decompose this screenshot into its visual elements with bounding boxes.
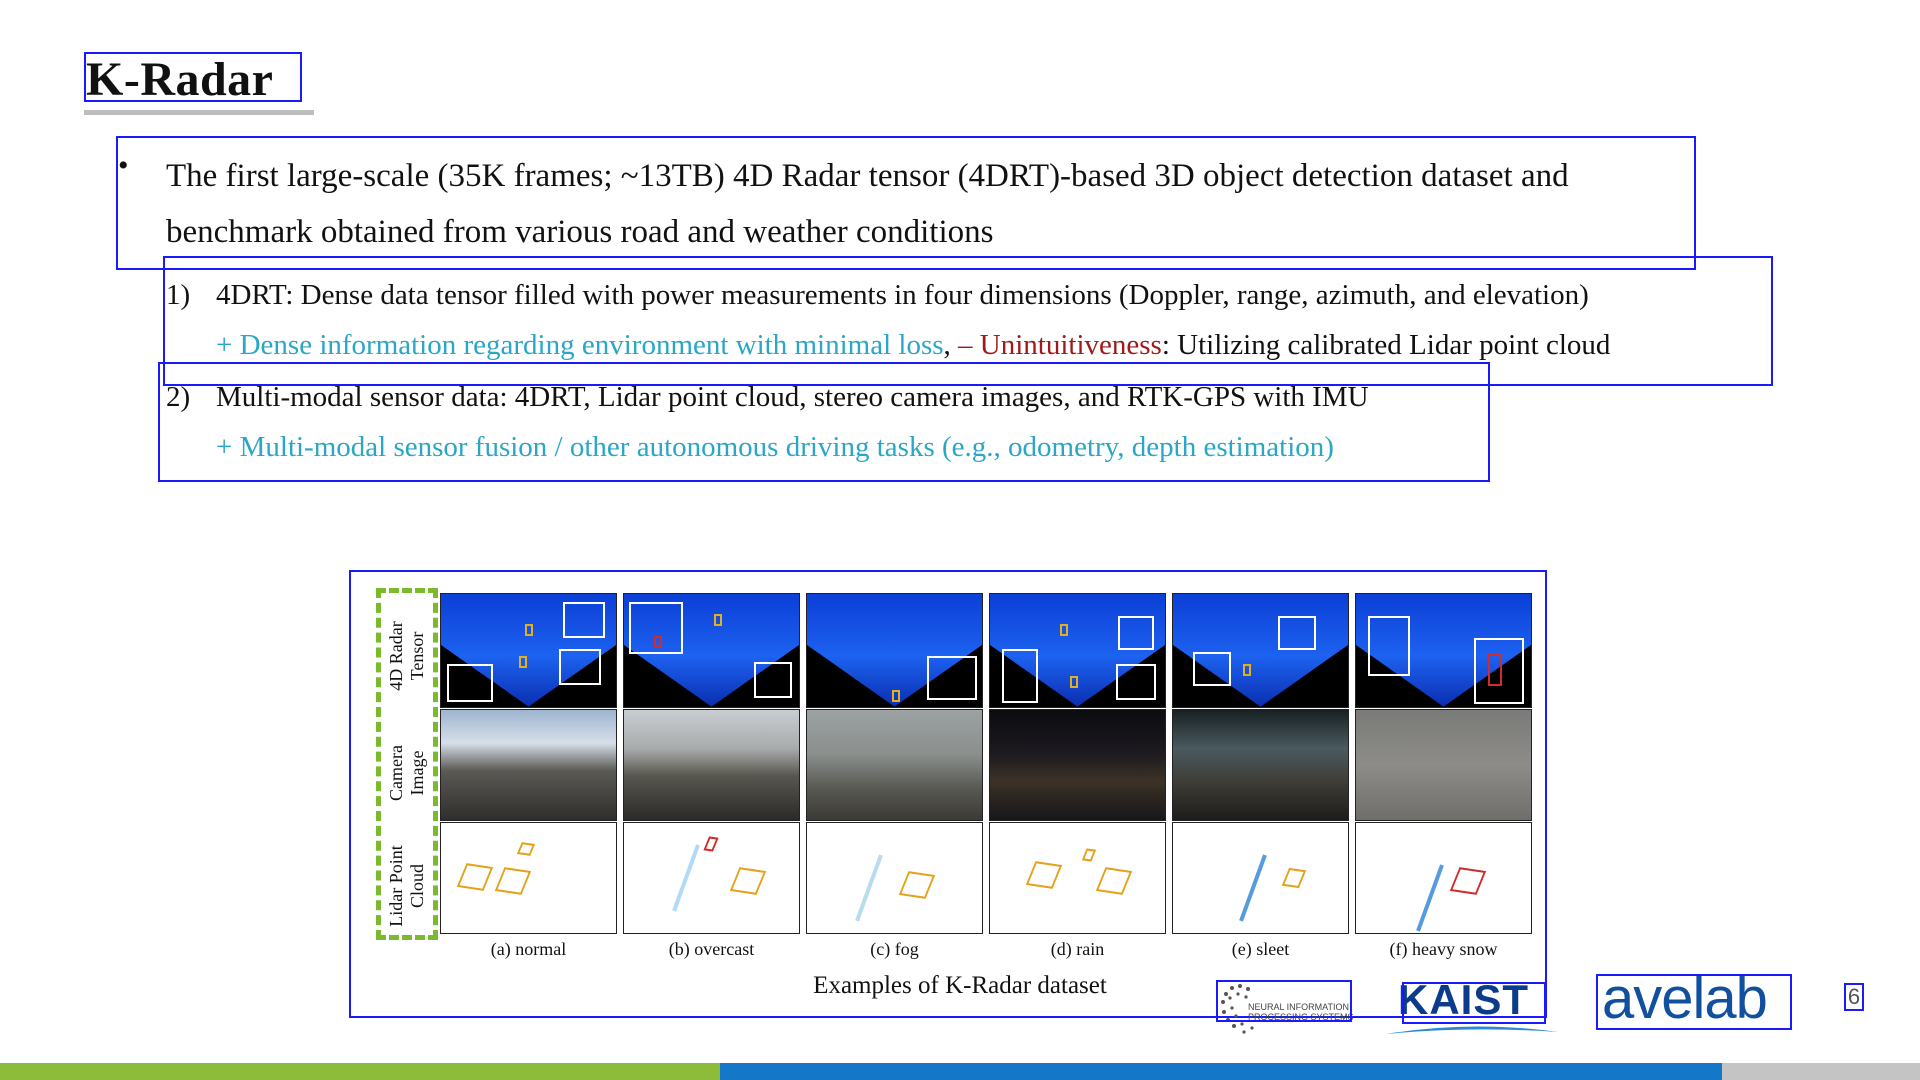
lidar-image-fog	[806, 822, 983, 934]
radar-image-fog	[806, 593, 983, 708]
camera-image-normal	[440, 709, 617, 821]
avelab-logo-box	[1596, 974, 1792, 1030]
page-number: 6	[1844, 983, 1864, 1011]
radar-image-rain	[989, 593, 1166, 708]
row-label-camera: Camera Image	[386, 745, 427, 801]
neurips-logo-box	[1216, 980, 1352, 1022]
lidar-image-heavy-snow	[1355, 822, 1532, 934]
radar-image-sleet	[1172, 593, 1349, 708]
condition-label: (f) heavy snow	[1389, 939, 1498, 959]
camera-image-rain	[989, 709, 1166, 821]
camera-image-heavy-snow	[1355, 709, 1532, 821]
camera-image-sleet	[1172, 709, 1349, 821]
condition-label: (d) rain	[1050, 939, 1105, 959]
title-highlight-box	[84, 52, 302, 102]
lidar-image-overcast	[623, 822, 800, 934]
item-2-highlight-box	[158, 362, 1490, 482]
footer-bar-gray	[1722, 1063, 1920, 1080]
bullet-highlight-box	[116, 136, 1696, 270]
radar-image-normal	[440, 593, 617, 708]
lidar-image-normal	[440, 822, 617, 934]
camera-image-overcast	[623, 709, 800, 821]
footer-bar-green	[0, 1063, 720, 1080]
title-underline	[84, 110, 314, 115]
camera-image-fog	[806, 709, 983, 821]
condition-label: (b) overcast	[668, 939, 755, 959]
radar-image-heavy-snow	[1355, 593, 1532, 708]
condition-label: (c) fog	[870, 939, 919, 959]
kaist-logo-box	[1402, 982, 1546, 1024]
row-label-lidar: Lidar Point Cloud	[386, 845, 427, 927]
figure-caption: Examples of K-Radar dataset	[813, 972, 1107, 999]
footer-bar-blue	[720, 1063, 1722, 1080]
condition-label: (e) sleet	[1231, 939, 1290, 959]
radar-image-overcast	[623, 593, 800, 708]
lidar-image-rain	[989, 822, 1166, 934]
lidar-image-sleet	[1172, 822, 1349, 934]
condition-label: (a) normal	[490, 939, 567, 959]
row-label-radar: 4D Radar Tensor	[386, 621, 427, 691]
